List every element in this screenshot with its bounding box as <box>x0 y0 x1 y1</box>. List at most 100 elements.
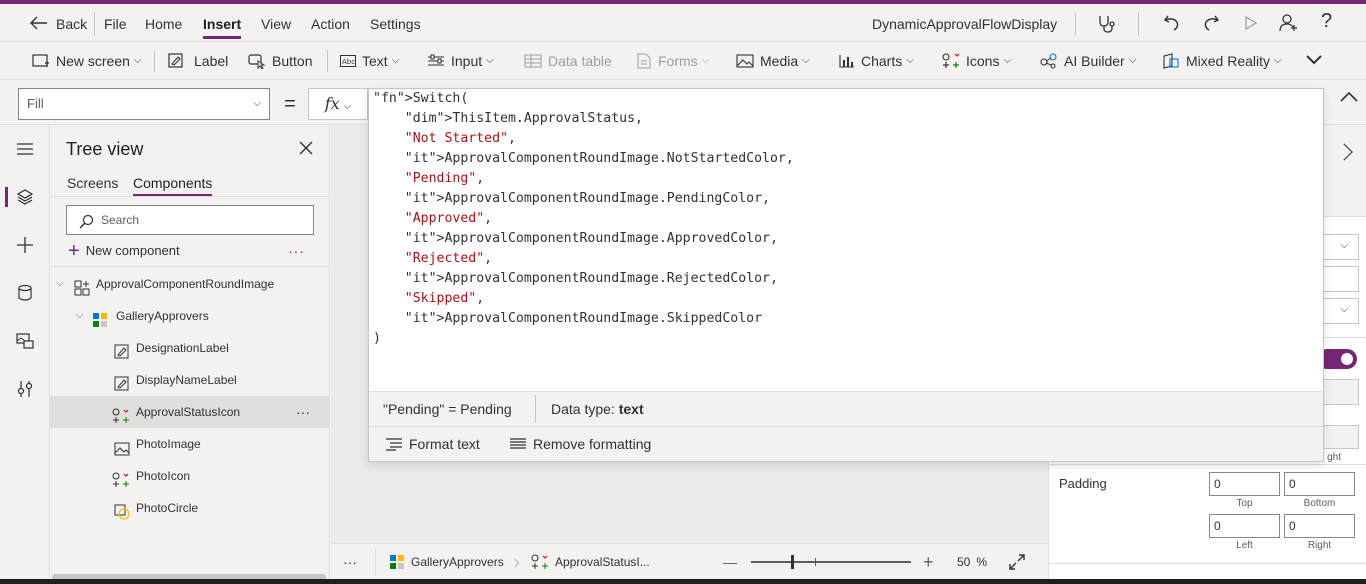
help-icon[interactable]: ? <box>1321 10 1332 33</box>
close-icon[interactable] <box>299 139 313 160</box>
menu-insert[interactable]: Insert <box>203 4 242 42</box>
fit-to-window-icon[interactable] <box>1009 544 1031 580</box>
zoom-out-button[interactable]: — <box>723 544 737 580</box>
formula-line: ) <box>373 331 381 346</box>
chevron-right-icon[interactable] <box>1343 143 1354 167</box>
tree-item-photocircle[interactable]: PhotoCircle <box>50 492 330 524</box>
padding-bottom-input[interactable]: 0 <box>1284 472 1355 496</box>
padding-left-caption: Left <box>1236 540 1253 551</box>
back-arrow-icon <box>30 16 47 30</box>
formula-line: "Not Started", <box>404 131 516 146</box>
data-cylinder-icon[interactable] <box>0 277 50 309</box>
zoom-slider-thumb[interactable] <box>791 555 794 569</box>
share-user-icon[interactable] <box>1279 14 1299 32</box>
media-icon <box>736 54 754 68</box>
forms-icon <box>637 53 651 69</box>
app-checker-icon[interactable] <box>1096 14 1116 34</box>
zoom-slider[interactable] <box>751 555 911 569</box>
formula-result-bar: "Pending" = Pending Data type: text <box>369 391 1323 427</box>
remove-formatting-button[interactable]: Remove formatting <box>509 427 651 461</box>
padding-top-input[interactable]: 0 <box>1209 472 1280 496</box>
input-sliders-icon <box>428 54 444 66</box>
tree-item-approvalstatusicon[interactable]: ApprovalStatusIcon ··· <box>50 396 330 428</box>
tree-item-photoimage[interactable]: PhotoImage <box>50 428 330 460</box>
formula-line: "it">ApprovalComponentRoundImage.NotStar… <box>404 151 794 166</box>
forms-menu[interactable]: Forms ⌵ <box>636 42 709 80</box>
text-menu[interactable]: Abc Text ⌵ <box>340 42 399 80</box>
back-label: Back <box>56 16 88 32</box>
advanced-tools-icon[interactable] <box>0 373 50 405</box>
fx-button[interactable]: fx ⌵ <box>308 88 368 120</box>
padding-right-caption: Right <box>1307 540 1332 551</box>
tree-item-photoicon[interactable]: PhotoIcon <box>50 460 330 492</box>
redo-icon[interactable] <box>1202 14 1220 32</box>
search-input[interactable]: Search <box>66 205 314 235</box>
media-menu[interactable]: Media ⌵ <box>736 42 810 80</box>
formula-line: "Pending", <box>404 171 485 186</box>
data-type-info: Data type: text <box>551 401 644 417</box>
tree-item-displaynamelabel[interactable]: DisplayNameLabel <box>50 364 330 396</box>
tree-view-layers-icon[interactable] <box>0 181 50 213</box>
padding-left-input[interactable]: 0 <box>1209 514 1280 538</box>
icons-menu[interactable]: Icons ⌵ <box>942 42 1011 80</box>
menu-action[interactable]: Action <box>311 4 350 42</box>
charts-icon <box>839 55 854 68</box>
tree-item-galleryapprovers[interactable]: ⌵ GalleryApprovers <box>50 300 330 332</box>
more-toolbar-chevron-icon[interactable] <box>1306 42 1328 80</box>
preview-play-icon[interactable] <box>1243 15 1259 31</box>
tree-view-title: Tree view <box>66 139 144 159</box>
tree-item-approvalcomponentroundimage[interactable]: ⌵ ApprovalComponentRoundImage <box>50 268 330 300</box>
padding-top-caption: Top <box>1236 498 1253 509</box>
icons-icon <box>942 53 960 69</box>
padding-label: Padding <box>1059 476 1107 491</box>
new-component-button[interactable]: + New component <box>68 241 180 261</box>
charts-menu[interactable]: Charts ⌵ <box>839 42 914 80</box>
new-screen-button[interactable]: New screen ⌵ <box>32 42 142 80</box>
breadcrumb-galleryapprovers[interactable]: GalleryApprovers <box>389 544 504 580</box>
tree-item-designationlabel[interactable]: DesignationLabel <box>50 332 330 364</box>
formula-line: "it">ApprovalComponentRoundImage.Skipped… <box>404 311 763 326</box>
app-name: DynamicApprovalFlowDisplay <box>872 16 1058 32</box>
menu-view[interactable]: View <box>261 4 291 42</box>
padding-right-input[interactable]: 0 <box>1284 514 1355 538</box>
collapse-formula-chevron-icon[interactable] <box>1340 90 1358 108</box>
label-button[interactable]: Label <box>168 42 228 80</box>
data-table-button[interactable]: Data table <box>524 42 612 80</box>
formula-result-expression: "Pending" = Pending <box>383 401 512 417</box>
formula-line: "dim">ThisItem.ApprovalStatus, <box>404 111 643 126</box>
shape-icon <box>114 500 130 532</box>
tab-components[interactable]: Components <box>133 175 213 196</box>
formula-line: "Rejected", <box>404 251 493 266</box>
chevron-down-icon: ⌵ <box>253 98 261 109</box>
breadcrumb-more-icon[interactable]: ··· <box>343 544 357 580</box>
property-dropdown[interactable]: Fill ⌵ <box>18 88 270 120</box>
back-button[interactable]: Back <box>30 4 87 42</box>
formula-line: "Skipped", <box>404 291 485 306</box>
undo-icon[interactable] <box>1163 14 1181 32</box>
text-input-icon: Abc <box>340 55 356 68</box>
insert-plus-icon[interactable] <box>0 229 50 261</box>
hamburger-menu-icon[interactable] <box>0 133 50 165</box>
chevron-down-icon: ⌵ <box>133 55 142 67</box>
menu-home[interactable]: Home <box>145 4 182 42</box>
ai-builder-menu[interactable]: AI Builder ⌵ <box>1040 42 1136 80</box>
media-library-icon[interactable] <box>0 325 50 357</box>
menu-file[interactable]: File <box>104 4 127 42</box>
formula-code[interactable]: "fn">Switch( "dim">ThisItem.ApprovalStat… <box>373 89 794 349</box>
menu-bar: Back File Home Insert View Action Settin… <box>0 4 1366 42</box>
new-component-more-icon[interactable]: ··· <box>288 243 305 259</box>
zoom-in-button[interactable]: + <box>923 544 934 580</box>
item-more-icon[interactable]: ··· <box>296 396 310 428</box>
format-text-button[interactable]: Format text <box>385 427 480 461</box>
mixed-reality-menu[interactable]: Mixed Reality ⌵ <box>1162 42 1282 80</box>
formula-editor[interactable]: "fn">Switch( "dim">ThisItem.ApprovalStat… <box>368 88 1324 462</box>
mixed-reality-icon <box>1163 53 1179 70</box>
canvas-status-bar: ··· GalleryApprovers › ApprovalStatusI..… <box>331 543 1048 579</box>
button-button[interactable]: Button <box>248 42 312 80</box>
tab-screens[interactable]: Screens <box>67 175 118 191</box>
input-menu[interactable]: Input ⌵ <box>427 42 494 80</box>
remove-formatting-icon <box>510 438 526 449</box>
breadcrumb-approvalstatusicon[interactable]: ApprovalStatusI... <box>531 544 650 580</box>
zoom-percent: 50% <box>957 555 988 569</box>
menu-settings[interactable]: Settings <box>370 4 421 42</box>
